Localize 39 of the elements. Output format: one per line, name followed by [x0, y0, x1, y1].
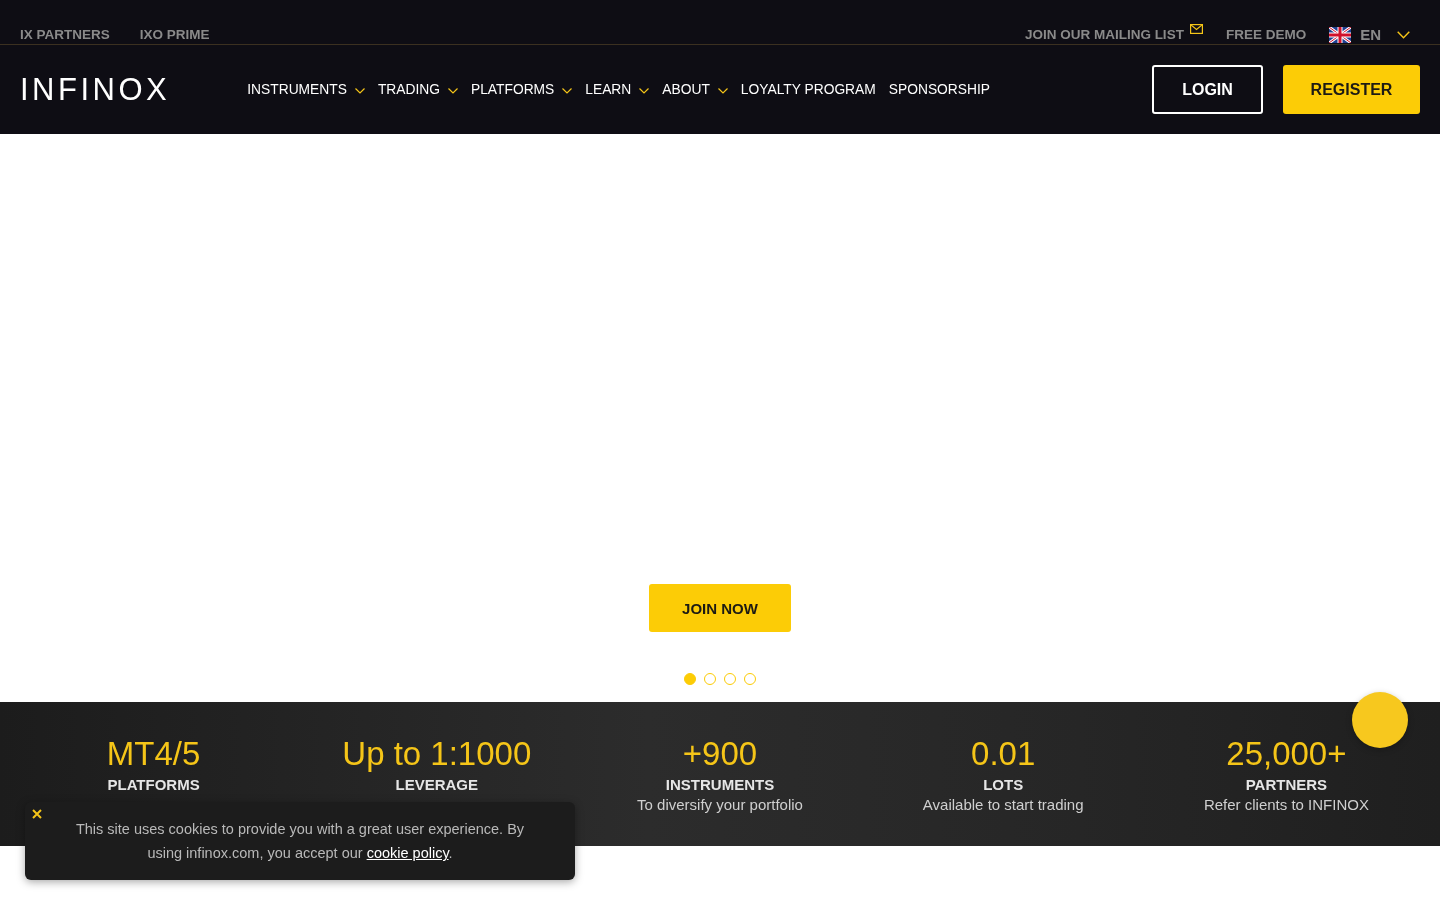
stat-description: Refer clients to INFINOX	[1203, 795, 1369, 815]
nav-link[interactable]: INSTRUMENTS	[247, 79, 347, 100]
register-button[interactable]: REGISTER	[1283, 65, 1420, 114]
top-link[interactable]: IX PARTNERS	[20, 25, 110, 44]
stat-value: +900	[682, 734, 758, 774]
cookie-policy-link[interactable]: cookie policy	[366, 845, 449, 861]
nav-link[interactable]: ABOUT	[662, 79, 710, 100]
stat-value: 0.01	[971, 734, 1036, 774]
join-now-button[interactable]: JOIN NOW	[649, 584, 791, 632]
logo[interactable]: INFINOX	[20, 73, 171, 106]
free-demo-link[interactable]: FREE DEMO	[1225, 25, 1307, 44]
stat-label: LOTS	[983, 775, 1024, 795]
language-selector[interactable]: EN	[1360, 25, 1381, 44]
top-link[interactable]: IXO PRIME	[139, 25, 210, 44]
stat-description: To diversify your portfolio	[637, 795, 803, 815]
stat-value: Up to 1:1000	[342, 734, 532, 774]
stat-label: PARTNERS	[1245, 775, 1328, 795]
stat-label: PLATFORMS	[107, 775, 200, 795]
nav-link[interactable]: TRADING	[377, 79, 440, 100]
stat-value: MT4/5	[106, 734, 201, 774]
stat-value: 25,000+	[1226, 734, 1347, 774]
cookie-notice-text: This site uses cookies to provide you with a great user experience. By using infinox.com, you accept our cookie policy.	[74, 820, 526, 863]
mailing-list-link[interactable]: JOIN OUR MAILING LIST	[1024, 25, 1184, 44]
slide-dot-icon[interactable]	[704, 673, 716, 685]
slide-dot-icon[interactable]	[724, 673, 736, 685]
close-icon[interactable]	[32, 809, 42, 819]
flag-icon	[1329, 26, 1352, 43]
stat-description: Available to start trading	[922, 795, 1084, 815]
stat-label: LEVERAGE	[395, 775, 479, 795]
nav-link[interactable]: SPONSORSHIP	[888, 79, 990, 100]
envelope-icon	[1189, 23, 1203, 34]
nav-link[interactable]: LOYALTY PROGRAM	[740, 79, 876, 100]
slide-dot-icon[interactable]	[684, 673, 696, 685]
login-button[interactable]: LOGIN	[1152, 65, 1263, 114]
slide-dot-icon[interactable]	[744, 673, 756, 685]
stat-label: INSTRUMENTS	[665, 775, 775, 795]
chevron-down-icon	[1397, 30, 1410, 39]
nav-link[interactable]: PLATFORMS	[471, 79, 555, 100]
nav-link[interactable]: LEARN	[585, 79, 632, 100]
